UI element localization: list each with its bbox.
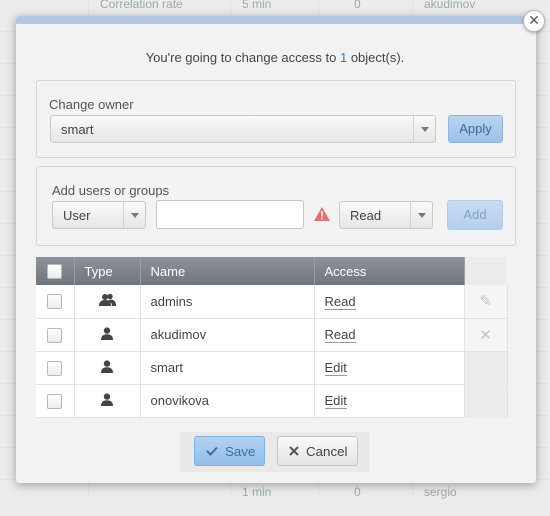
row-checkbox-cell: [36, 318, 75, 352]
name-cell: akudimov: [140, 318, 315, 352]
background-cell: 0: [354, 485, 361, 499]
background-row-bottom: 1 min 0 sergio: [0, 485, 550, 516]
select-all-header: [36, 257, 75, 285]
add-button[interactable]: Add: [447, 200, 503, 230]
name-column-header: Name: [140, 257, 315, 285]
group-icon: [98, 294, 116, 307]
warning-triangle-icon: [314, 207, 330, 221]
access-link[interactable]: Edit: [324, 393, 347, 409]
save-button-label: Save: [225, 444, 256, 459]
row-checkbox[interactable]: [47, 360, 63, 376]
user-icon: [101, 392, 113, 406]
access-column-header: Access: [314, 257, 465, 285]
message-prefix: You're going to change access to: [145, 50, 340, 65]
actions-column-header: [464, 257, 507, 285]
close-icon[interactable]: ✕: [523, 10, 545, 32]
background-cell: 1 min: [242, 485, 272, 499]
row-checkbox-cell: [36, 351, 75, 385]
owner-select-value: smart: [61, 122, 94, 137]
checkmark-icon: [206, 446, 218, 456]
access-level-select[interactable]: Read: [339, 201, 433, 229]
apply-button[interactable]: Apply: [448, 115, 503, 143]
edit-pencil-icon[interactable]: ✎: [479, 293, 492, 310]
change-owner-label: Change owner: [49, 97, 134, 112]
save-button[interactable]: Save: [194, 436, 265, 466]
type-cell: [74, 384, 141, 418]
cancel-button-label: Cancel: [306, 444, 348, 459]
background-cell: 0: [354, 0, 361, 11]
access-link[interactable]: Read: [324, 293, 356, 310]
remove-x-icon[interactable]: ✕: [479, 327, 492, 344]
type-cell: [74, 285, 141, 319]
row-checkbox[interactable]: [47, 327, 63, 343]
principal-type-toggle[interactable]: [123, 202, 145, 228]
apply-button-label: Apply: [459, 121, 492, 136]
owner-select-toggle[interactable]: [413, 116, 435, 142]
table-row: akudimov Read ✕: [36, 318, 508, 352]
type-column-header: Type: [74, 257, 141, 285]
row-checkbox-cell: [36, 384, 75, 418]
access-cell: Read: [314, 285, 465, 319]
add-users-label: Add users or groups: [52, 183, 170, 198]
cancel-button[interactable]: Cancel: [277, 436, 358, 466]
name-cell: onovikova: [140, 384, 315, 418]
access-link[interactable]: Edit: [324, 360, 347, 376]
action-cell: [464, 351, 508, 385]
table-row: onovikova Edit: [36, 384, 508, 418]
access-cell: Edit: [314, 384, 465, 418]
access-table: Type Name Access admins Read ✎ akudimov …: [36, 257, 508, 418]
row-checkbox[interactable]: [47, 393, 63, 409]
type-cell: [74, 318, 141, 352]
type-cell: [74, 351, 141, 385]
dialog-message: You're going to change access to 1 objec…: [0, 50, 550, 65]
table-row: smart Edit: [36, 351, 508, 385]
background-cell: akudimov: [424, 0, 476, 11]
background-cell: Correlation rate: [100, 0, 183, 11]
principal-type-value: User: [63, 208, 91, 223]
background-cell: 5 min: [242, 0, 272, 11]
name-cell: smart: [140, 351, 315, 385]
action-cell: ✎: [464, 285, 508, 319]
table-row: admins Read ✎: [36, 285, 508, 319]
chevron-down-icon: [418, 213, 426, 218]
access-level-value: Read: [350, 208, 382, 223]
access-table-header: Type Name Access: [36, 257, 507, 285]
access-link[interactable]: Read: [324, 327, 356, 343]
background-cell: sergio: [424, 485, 457, 499]
owner-select[interactable]: smart: [50, 115, 436, 143]
row-checkbox[interactable]: [47, 294, 63, 310]
user-icon: [101, 359, 113, 373]
access-level-toggle[interactable]: [410, 202, 432, 228]
select-all-checkbox[interactable]: [47, 264, 63, 280]
chevron-down-icon: [131, 213, 139, 218]
chevron-down-icon: [421, 127, 429, 132]
add-button-label: Add: [463, 207, 487, 222]
user-name-input[interactable]: [156, 200, 304, 229]
row-checkbox-cell: [36, 285, 75, 319]
cross-icon: [289, 446, 299, 456]
principal-type-select[interactable]: User: [52, 201, 146, 229]
access-cell: Edit: [314, 351, 465, 385]
name-cell: admins: [140, 285, 315, 319]
access-cell: Read: [314, 318, 465, 352]
message-suffix: object(s).: [347, 50, 405, 65]
action-cell: ✕: [464, 318, 508, 352]
user-icon: [101, 326, 113, 340]
action-cell: [464, 384, 508, 418]
